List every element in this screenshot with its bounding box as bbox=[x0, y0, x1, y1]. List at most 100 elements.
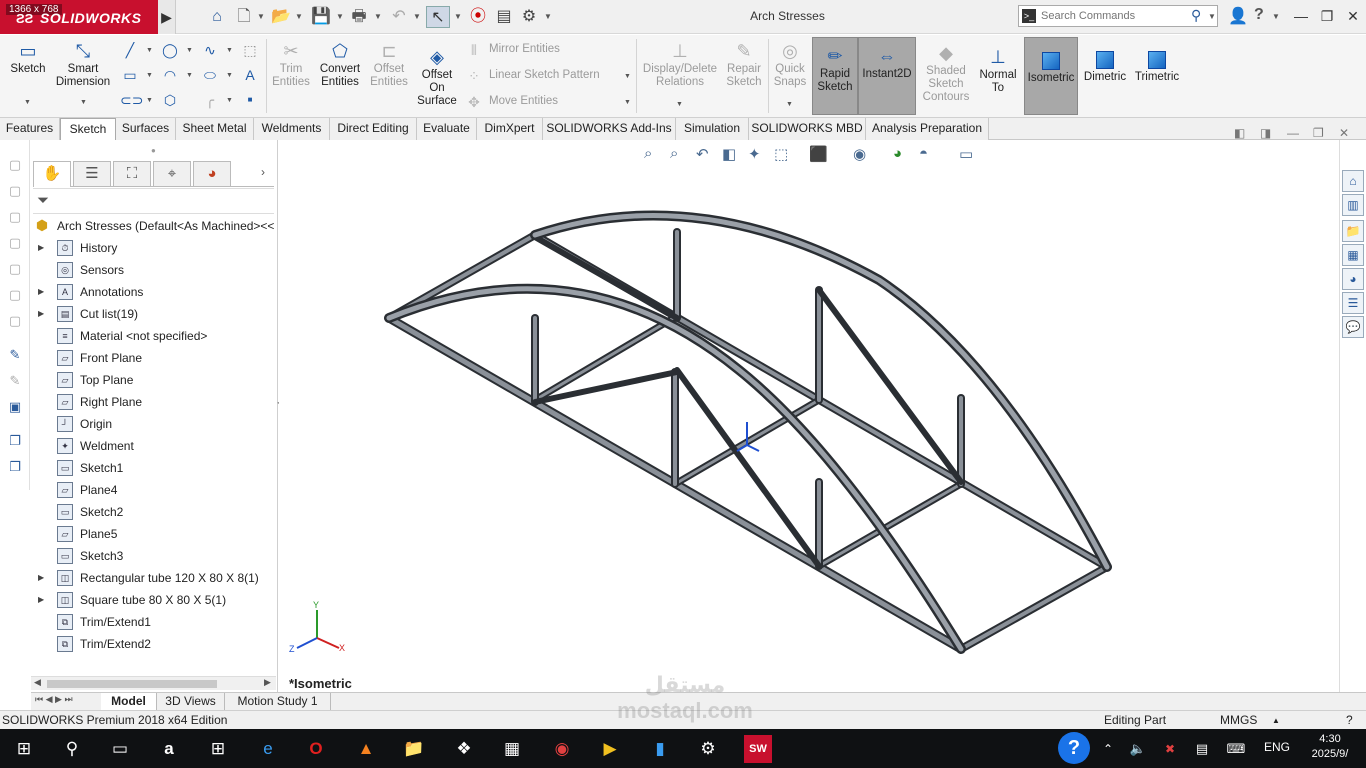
tree-node[interactable]: ▶ ◫ Square tube 80 X 80 X 5(1) bbox=[31, 589, 278, 611]
display-icon[interactable]: ▣ bbox=[6, 398, 24, 416]
rectangle-icon[interactable]: ▭ bbox=[120, 66, 140, 84]
tab-3d-views[interactable]: 3D Views bbox=[157, 693, 225, 711]
sweep-icon[interactable]: ▢ bbox=[6, 208, 24, 226]
save-icon[interactable]: 💾 bbox=[310, 6, 332, 28]
tree-node[interactable]: ⧉ Trim/Extend2 bbox=[31, 633, 278, 655]
solidworks-taskbar-icon[interactable]: SW bbox=[744, 735, 772, 763]
edit-sketch-icon[interactable]: ✎ bbox=[6, 372, 24, 390]
linear-sketch-pattern-button[interactable]: Linear Sketch Pattern bbox=[489, 69, 600, 81]
options-gear-icon[interactable]: ⚙ bbox=[518, 6, 540, 28]
menu-expand-arrow-icon[interactable]: ▶ bbox=[158, 0, 176, 34]
convert-entities-button[interactable]: ⬠ Convert Entities bbox=[316, 41, 364, 89]
tab-sheet-metal[interactable]: Sheet Metal bbox=[176, 118, 254, 140]
arch-frame-model[interactable]: Y X Z bbox=[279, 140, 1339, 692]
tab-sketch[interactable]: Sketch bbox=[60, 118, 116, 140]
new-dropdown-caret-icon[interactable]: ▼ bbox=[256, 6, 266, 28]
tab-solidworks-add-ins[interactable]: SOLIDWORKS Add-Ins bbox=[543, 118, 676, 140]
language-indicator[interactable]: ENG bbox=[1264, 740, 1290, 754]
offset-entities-button[interactable]: ⊏ Offset Entities bbox=[368, 41, 410, 89]
settings-gear-icon[interactable]: ⚙ bbox=[694, 735, 722, 763]
line-caret-icon[interactable]: ▼ bbox=[146, 47, 153, 54]
line-icon[interactable]: ╱ bbox=[120, 41, 140, 59]
help-icon[interactable]: ? bbox=[1254, 6, 1264, 24]
tab-surfaces[interactable]: Surfaces bbox=[116, 118, 176, 140]
undo-icon[interactable]: ↶ bbox=[388, 6, 410, 28]
panel-grip-icon[interactable]: ● bbox=[151, 146, 156, 155]
slot-caret-icon[interactable]: ▼ bbox=[146, 97, 153, 104]
quick-snaps-button[interactable]: ◎ Quick Snaps bbox=[770, 41, 810, 89]
appearances-icon[interactable]: ◕ bbox=[1342, 268, 1364, 290]
rapid-sketch-button[interactable]: ✏ Rapid Sketch bbox=[812, 37, 858, 115]
search-dropdown-caret-icon[interactable]: ▼ bbox=[1208, 12, 1216, 21]
tree-node[interactable]: ▱ Plane4 bbox=[31, 479, 278, 501]
tree-node[interactable]: ▶ ◫ Rectangular tube 120 X 80 X 8(1) bbox=[31, 567, 278, 589]
file-explorer-icon[interactable]: 📁 bbox=[1342, 220, 1364, 242]
relations-caret-icon[interactable]: ▼ bbox=[676, 101, 683, 108]
help-bubble-icon[interactable]: ? bbox=[1058, 732, 1090, 764]
instant2d-button[interactable]: ⇔ Instant2D bbox=[858, 37, 916, 115]
tree-node[interactable]: ▭ Sketch2 bbox=[31, 501, 278, 523]
fillet-caret-icon[interactable]: ▼ bbox=[226, 97, 233, 104]
copy-icon[interactable]: ❐ bbox=[6, 432, 24, 450]
move-caret-icon[interactable]: ▼ bbox=[624, 99, 631, 106]
tree-node[interactable]: ▱ Plane5 bbox=[31, 523, 278, 545]
offset-on-surface-button[interactable]: ◈ Offset On Surface bbox=[414, 47, 460, 108]
ellipse-icon[interactable]: ⬭ bbox=[200, 66, 220, 84]
units-caret-icon[interactable]: ▲ bbox=[1272, 716, 1280, 725]
propertymanager-tab-icon[interactable]: ☰ bbox=[73, 161, 111, 187]
tree-node[interactable]: ⧉ Trim/Extend1 bbox=[31, 611, 278, 633]
paste-icon[interactable]: ❐ bbox=[6, 458, 24, 476]
mirror-entities-button[interactable]: Mirror Entities bbox=[489, 43, 560, 55]
tree-node[interactable]: ▱ Top Plane bbox=[31, 369, 278, 391]
arc-icon[interactable]: ◠ bbox=[160, 66, 180, 84]
spline-icon[interactable]: ∿ bbox=[200, 41, 220, 59]
tabs-more-chevron-icon[interactable]: › bbox=[261, 165, 265, 179]
select-dropdown-caret-icon[interactable]: ▼ bbox=[453, 6, 463, 28]
horizontal-scrollbar[interactable]: ◀ ▶ bbox=[31, 676, 276, 690]
amazon-icon[interactable]: a bbox=[155, 735, 183, 763]
smart-dimension-caret-icon[interactable]: ▼ bbox=[80, 99, 87, 106]
shaded-sketch-contours-button[interactable]: ◆ Shaded Sketch Contours bbox=[920, 43, 972, 104]
move-entities-button[interactable]: Move Entities bbox=[489, 95, 558, 107]
trimetric-button[interactable]: Trimetric bbox=[1132, 51, 1182, 84]
featuremanager-tab-icon[interactable]: ✋ bbox=[33, 161, 71, 187]
filter-bar[interactable] bbox=[33, 188, 274, 214]
doc-minimize-icon[interactable]: — bbox=[1287, 126, 1299, 140]
tree-node[interactable]: ▭ Sketch1 bbox=[31, 457, 278, 479]
view-palette-icon[interactable]: ▦ bbox=[1342, 244, 1364, 266]
polygon-icon[interactable]: ⬡ bbox=[160, 91, 180, 109]
tab-solidworks-mbd[interactable]: SOLIDWORKS MBD bbox=[749, 118, 866, 140]
clock[interactable]: 4:30 2025/9/ bbox=[1300, 732, 1360, 762]
sketch-tool-icon[interactable]: ✎ bbox=[6, 346, 24, 364]
circle-caret-icon[interactable]: ▼ bbox=[186, 47, 193, 54]
normal-to-button[interactable]: ⊥ Normal To bbox=[976, 47, 1020, 95]
search-icon[interactable]: ⚲ bbox=[1191, 7, 1201, 24]
save-dropdown-caret-icon[interactable]: ▼ bbox=[335, 6, 345, 28]
tab-motion-study[interactable]: Motion Study 1 bbox=[225, 693, 331, 711]
tab-dimxpert[interactable]: DimXpert bbox=[477, 118, 543, 140]
move-icon[interactable]: ✥ bbox=[464, 93, 484, 111]
tree-node[interactable]: ≡ Material <not specified> bbox=[31, 325, 278, 347]
tile-left-icon[interactable]: ◧ bbox=[1234, 126, 1245, 140]
new-document-icon[interactable]: 🗋 bbox=[234, 6, 254, 28]
dimxpertmanager-tab-icon[interactable]: ⌖ bbox=[153, 161, 191, 187]
tab-analysis-preparation[interactable]: Analysis Preparation bbox=[866, 118, 989, 140]
print-dropdown-caret-icon[interactable]: ▼ bbox=[373, 6, 383, 28]
tree-node[interactable]: ▶ ▤ Cut list(19) bbox=[31, 303, 278, 325]
video-editor-icon[interactable]: ▮ bbox=[646, 735, 674, 763]
open-icon[interactable]: 📂 bbox=[270, 6, 292, 28]
revolve-icon[interactable]: ▢ bbox=[6, 182, 24, 200]
search-commands-box[interactable]: >_ ⚲ bbox=[1018, 5, 1218, 27]
home-icon[interactable]: ⌂ bbox=[206, 6, 228, 28]
tile-right-icon[interactable]: ◨ bbox=[1260, 126, 1271, 140]
edge-icon[interactable]: e bbox=[254, 735, 282, 763]
tree-node[interactable]: ▱ Right Plane bbox=[31, 391, 278, 413]
graphics-area[interactable]: ⌕ ⌕ ↶ ◧ ✦ ⬚ ⬛ ◉ ◕ ◓ ▭ ◧ ◨ — ❐ ✕ Y X Z *I… bbox=[279, 126, 1349, 692]
design-library-icon[interactable]: ▥ bbox=[1342, 194, 1364, 216]
user-account-icon[interactable]: 👤 bbox=[1228, 6, 1248, 26]
linear-pattern-icon[interactable]: ⁘ bbox=[464, 67, 484, 85]
tree-node[interactable]: ▭ Sketch3 bbox=[31, 545, 278, 567]
tree-node[interactable]: ▱ Front Plane bbox=[31, 347, 278, 369]
construction-geometry-icon[interactable]: ⬚ bbox=[240, 41, 260, 59]
text-icon[interactable]: A bbox=[240, 66, 260, 84]
